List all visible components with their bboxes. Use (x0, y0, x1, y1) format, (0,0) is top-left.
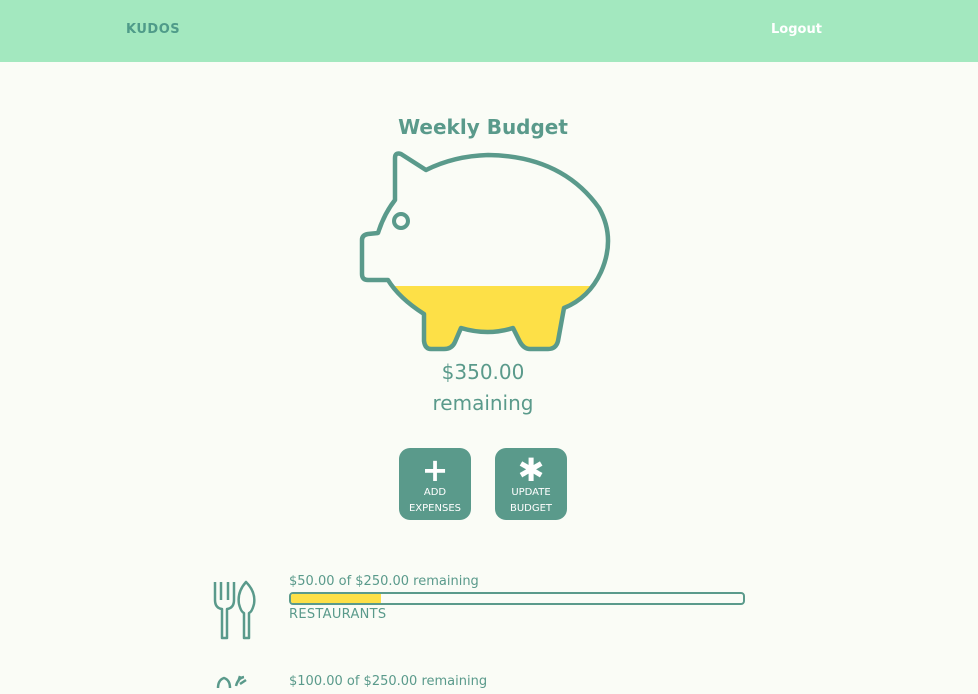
add-expenses-label: ADD EXPENSES (408, 487, 461, 514)
add-expenses-button[interactable]: + ADD EXPENSES (399, 448, 471, 520)
pig-eye (392, 212, 410, 230)
piggy-bank-icon (359, 151, 611, 352)
category-remaining-text: $100.00 of $250.00 remaining (289, 674, 488, 689)
category-name: RESTAURANTS (289, 607, 387, 622)
brand-logo[interactable]: KUDOS (126, 22, 180, 37)
remaining-label: remaining (432, 391, 534, 415)
category-progress-bar (289, 592, 745, 605)
update-budget-button[interactable]: ✱ UPDATE BUDGET (495, 448, 567, 520)
page-title: Weekly Budget (398, 115, 568, 139)
savings-level-fill (362, 286, 609, 349)
plus-icon: + (421, 451, 449, 489)
logout-link[interactable]: Logout (771, 22, 822, 37)
category-progress-fill (291, 594, 382, 603)
remaining-amount: $350.00 (441, 360, 525, 384)
update-budget-label: UPDATE BUDGET (509, 487, 553, 514)
asterisk-icon: ✱ (517, 451, 545, 489)
fork-spoon-icon (213, 580, 256, 640)
navbar: KUDOS Logout (0, 0, 978, 62)
category-remaining-text: $50.00 of $250.00 remaining (289, 574, 479, 589)
produce-icon (216, 675, 247, 689)
